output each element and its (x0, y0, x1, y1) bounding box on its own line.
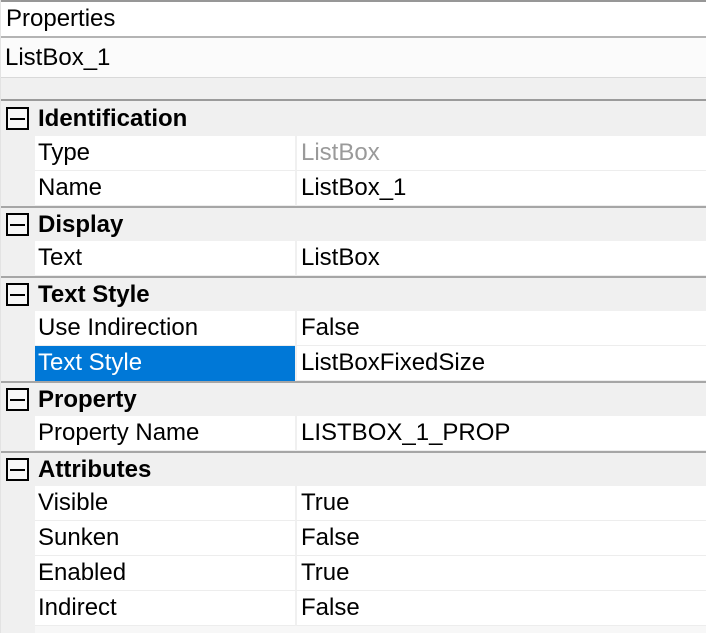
section-label: Text Style (38, 280, 150, 308)
section-label: Identification (38, 104, 188, 132)
section-header-row-0: Identification (1, 101, 706, 136)
property-label-cell[interactable]: Type (35, 136, 295, 171)
property-row[interactable]: Name ListBox_1 (1, 171, 706, 206)
property-value-cell[interactable]: ListBox (295, 136, 706, 171)
spacer-strip (1, 78, 706, 101)
section-header-row-1: Display (1, 206, 706, 241)
collapse-minus-icon[interactable] (6, 213, 29, 236)
property-label-cell[interactable]: Name (35, 171, 295, 206)
row-gutter (1, 521, 35, 556)
property-value-cell[interactable]: ListBox_1 (295, 171, 706, 206)
properties-panel: Properties IdentificationTypeListBoxName… (0, 0, 706, 633)
property-row[interactable]: Type ListBox (1, 136, 706, 171)
row-gutter (1, 556, 35, 591)
property-row[interactable]: Text Style ListBoxFixedSize (1, 346, 706, 381)
row-gutter (1, 626, 35, 633)
row-gutter (1, 171, 35, 206)
property-value-cell[interactable]: ListBoxFixedSize (295, 346, 706, 381)
collapse-minus-icon[interactable] (6, 107, 29, 130)
property-row[interactable]: Sunken False (1, 521, 706, 556)
section-label: Display (38, 210, 124, 238)
collapse-minus-icon[interactable] (6, 388, 29, 411)
property-row[interactable]: Enabled True (1, 556, 706, 591)
minus-glyph (10, 468, 25, 471)
object-name-input[interactable] (1, 38, 706, 77)
property-label-cell[interactable]: Text Style (35, 346, 295, 381)
section-header-row-4: Attributes (1, 451, 706, 486)
minus-glyph (10, 223, 25, 226)
row-gutter (1, 136, 35, 171)
minus-glyph (10, 117, 25, 120)
property-value-cell[interactable]: True (295, 556, 706, 591)
minus-glyph (10, 293, 25, 296)
section-label: Attributes (38, 455, 152, 483)
row-gutter (1, 416, 35, 451)
property-value-cell[interactable]: True (295, 486, 706, 521)
row-gutter (1, 591, 35, 626)
row-gutter (1, 486, 35, 521)
row-gutter (1, 346, 35, 381)
property-row[interactable]: Use Indirection False (1, 311, 706, 346)
property-value-cell[interactable]: False (295, 521, 706, 556)
panel-title: Properties (1, 0, 706, 38)
property-row[interactable]: Indirect False (1, 591, 706, 626)
property-label-cell[interactable]: Sunken (35, 521, 295, 556)
property-value-cell[interactable]: ListBox (295, 241, 706, 276)
property-value-cell[interactable]: False (295, 591, 706, 626)
row-gutter (1, 311, 35, 346)
object-name-field-wrap (1, 38, 706, 78)
property-row[interactable]: Visible True (1, 486, 706, 521)
section-header-row-3: Property (1, 381, 706, 416)
minus-glyph (10, 398, 25, 401)
section-header-row-2: Text Style (1, 276, 706, 311)
property-value-cell[interactable]: LISTBOX_1_PROP (295, 416, 706, 451)
property-grid: Identification Type ListBox Name ListBox_1 Di… (1, 101, 706, 626)
property-row[interactable]: Text ListBox (1, 241, 706, 276)
property-label-cell[interactable]: Indirect (35, 591, 295, 626)
row-gutter (1, 241, 35, 276)
property-value-cell[interactable]: False (295, 311, 706, 346)
collapse-minus-icon[interactable] (6, 458, 29, 481)
property-label-cell[interactable]: Property Name (35, 416, 295, 451)
section-label: Property (38, 385, 137, 413)
property-label-cell[interactable]: Enabled (35, 556, 295, 591)
property-label-cell[interactable]: Use Indirection (35, 311, 295, 346)
grid-bottom-strip (1, 626, 706, 633)
collapse-minus-icon[interactable] (6, 283, 29, 306)
property-label-cell[interactable]: Visible (35, 486, 295, 521)
property-label-cell[interactable]: Text (35, 241, 295, 276)
property-row[interactable]: Property Name LISTBOX_1_PROP (1, 416, 706, 451)
